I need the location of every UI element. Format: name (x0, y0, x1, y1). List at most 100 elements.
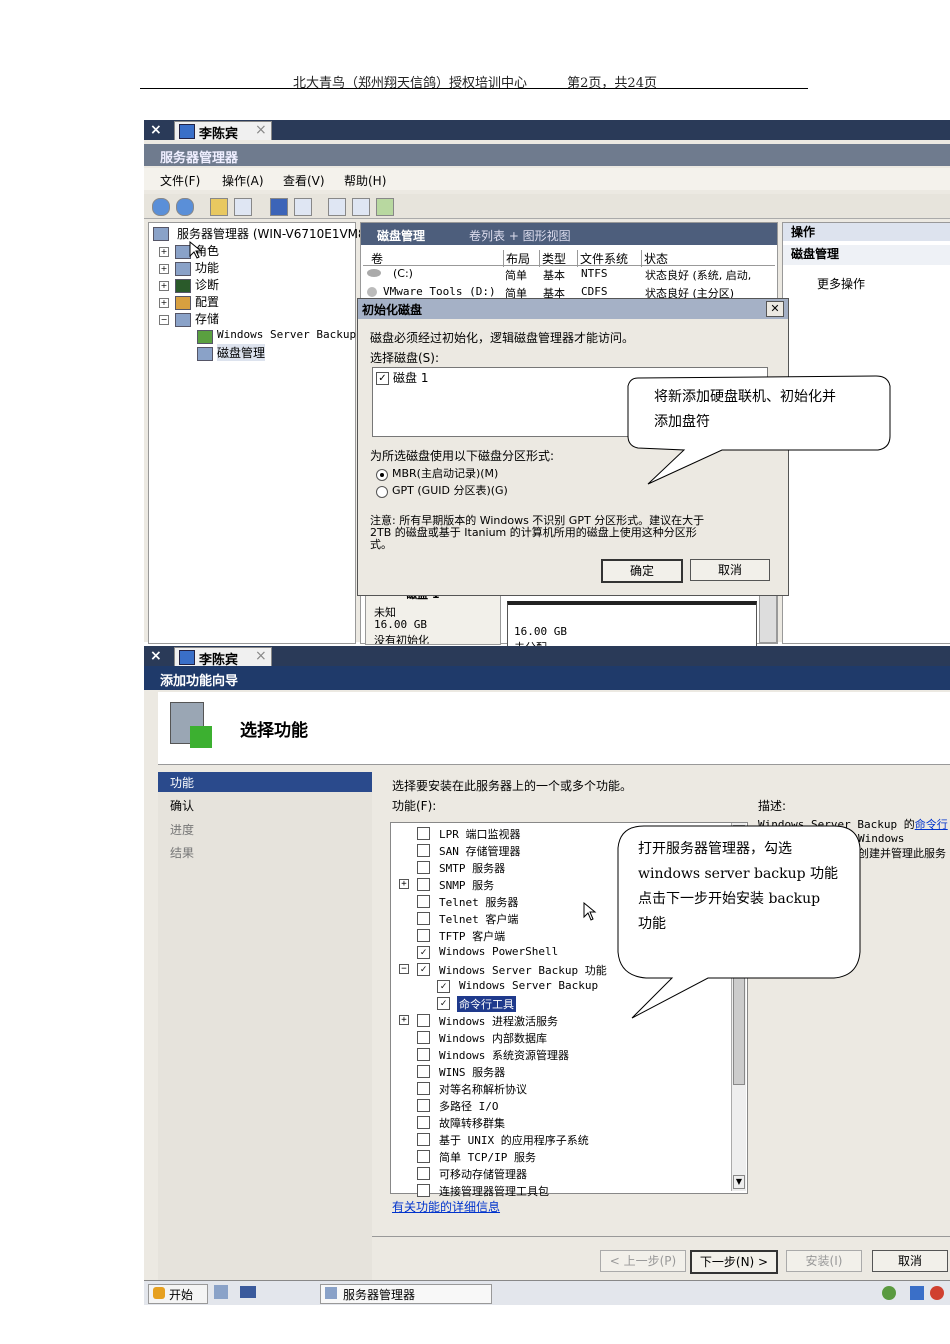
collapse-icon[interactable]: − (159, 315, 169, 325)
feature-checkbox[interactable] (417, 1065, 430, 1078)
list-item[interactable]: 可移动存储管理器 (391, 1165, 731, 1182)
feature-checkbox[interactable] (417, 1082, 430, 1095)
feature-checkbox[interactable] (417, 844, 430, 857)
up-folder-icon[interactable] (210, 198, 228, 216)
more-actions-link[interactable]: 更多操作 (817, 275, 865, 292)
feature-checkbox[interactable] (417, 827, 430, 840)
gpt-radio[interactable] (376, 486, 388, 498)
feature-checkbox[interactable] (417, 929, 430, 942)
tree-item-backup[interactable]: Windows Server Backup (217, 328, 356, 341)
expand-icon[interactable]: + (399, 1015, 409, 1025)
list-item[interactable]: 简单 TCP/IP 服务 (391, 1148, 731, 1165)
display-icon[interactable] (910, 1286, 924, 1300)
feature-checkbox[interactable] (417, 1014, 430, 1027)
feature-checkbox[interactable] (417, 878, 430, 891)
help-icon[interactable] (270, 198, 288, 216)
feature-checkbox[interactable]: ✓ (437, 980, 450, 993)
menu-action[interactable]: 操作(A) (222, 172, 264, 189)
expand-icon[interactable]: + (399, 879, 409, 889)
show-desktop-icon[interactable] (240, 1286, 256, 1298)
col-type[interactable]: 类型 (539, 250, 566, 267)
list-item[interactable]: WINS 服务器 (391, 1063, 731, 1080)
show-tree-icon[interactable] (234, 198, 252, 216)
feature-checkbox[interactable]: ✓ (417, 963, 430, 976)
scrollbar[interactable] (759, 595, 777, 643)
session-tab[interactable]: 李陈宾 × (174, 647, 272, 668)
feature-checkbox[interactable]: ✓ (417, 946, 430, 959)
export-icon[interactable] (352, 198, 370, 216)
list-item[interactable]: Windows 系统资源管理器 (391, 1046, 731, 1063)
forward-icon[interactable] (176, 198, 194, 216)
col-filesystem[interactable]: 文件系统 (577, 250, 628, 267)
list-item[interactable]: 连接管理器管理工具包 (391, 1182, 731, 1199)
nav-confirm[interactable]: 确认 (170, 797, 194, 814)
list-item[interactable]: 故障转移群集 (391, 1114, 731, 1131)
close-icon[interactable]: ✕ (766, 301, 784, 317)
unallocated-region[interactable]: 16.00 GB 未分配 (507, 601, 757, 648)
feature-checkbox[interactable] (417, 895, 430, 908)
ok-button[interactable]: 确定 (601, 559, 683, 583)
nav-progress[interactable]: 进度 (170, 821, 194, 838)
table-row[interactable]: (C:) 简单 基本 NTFS 状态良好 (系统, 启动, (363, 267, 775, 283)
next-button[interactable]: 下一步(N) > (690, 1250, 778, 1274)
close-session-icon[interactable]: × (150, 648, 162, 664)
mbr-radio[interactable] (376, 469, 388, 481)
feature-checkbox[interactable] (417, 1031, 430, 1044)
nav-results[interactable]: 结果 (170, 844, 194, 861)
close-tab-icon[interactable]: × (255, 648, 267, 664)
settings-icon[interactable] (376, 198, 394, 216)
menu-file[interactable]: 文件(F) (160, 172, 200, 189)
taskbar-app-button[interactable]: 服务器管理器 (320, 1284, 492, 1304)
feature-checkbox[interactable]: ✓ (437, 997, 450, 1010)
back-icon[interactable] (152, 198, 170, 216)
feature-checkbox[interactable] (417, 1133, 430, 1146)
scroll-down-icon[interactable]: ▼ (733, 1175, 745, 1189)
list-item[interactable]: 基于 UNIX 的应用程序子系统 (391, 1131, 731, 1148)
feature-checkbox[interactable] (417, 1099, 430, 1112)
list-item[interactable]: Windows 内部数据库 (391, 1029, 731, 1046)
col-layout[interactable]: 布局 (503, 250, 530, 267)
disk-checkbox[interactable]: ✓ (376, 372, 389, 385)
install-button[interactable]: 安装(I) (786, 1250, 862, 1272)
feature-checkbox[interactable] (417, 1048, 430, 1061)
feature-checkbox[interactable] (417, 1150, 430, 1163)
expand-icon[interactable]: + (159, 247, 169, 257)
menu-help[interactable]: 帮助(H) (344, 172, 386, 189)
prev-button[interactable]: < 上一步(P) (600, 1250, 686, 1272)
start-button[interactable]: 开始 (148, 1284, 208, 1304)
list-item[interactable]: 多路径 I/O (391, 1097, 731, 1114)
alert-icon[interactable] (930, 1286, 944, 1300)
tree-item-features[interactable]: 功能 (195, 259, 219, 276)
expand-icon[interactable]: + (159, 264, 169, 274)
refresh-icon[interactable] (328, 198, 346, 216)
feature-checkbox[interactable] (417, 912, 430, 925)
disk-info-box[interactable]: 磁盘 1 未知 16.00 GB 没有初始化 (365, 593, 501, 645)
network-icon[interactable] (882, 1286, 896, 1300)
collapse-icon[interactable]: − (399, 964, 409, 974)
properties-icon[interactable] (294, 198, 312, 216)
wizard-cancel-button[interactable]: 取消 (872, 1250, 948, 1272)
close-session-icon[interactable]: × (150, 122, 162, 138)
tree-item-diagnostics[interactable]: 诊断 (195, 276, 219, 293)
tree-root[interactable]: 服务器管理器 (WIN-V6710E1VM8 (177, 225, 366, 242)
feature-checkbox[interactable] (417, 1184, 430, 1197)
session-tab[interactable]: 李陈宾 × (174, 121, 272, 142)
menu-view[interactable]: 查看(V) (283, 172, 325, 189)
col-volume[interactable]: 卷 (371, 250, 383, 267)
feature-checkbox[interactable] (417, 861, 430, 874)
col-status[interactable]: 状态 (641, 250, 668, 267)
nav-features[interactable]: 功能 (170, 774, 194, 791)
expand-icon[interactable]: + (159, 281, 169, 291)
tree-item-disk-management[interactable]: 磁盘管理 (217, 344, 266, 361)
more-info-link[interactable]: 有关功能的详细信息 (392, 1198, 500, 1215)
feature-checkbox[interactable] (417, 1116, 430, 1129)
tree-item-configuration[interactable]: 配置 (195, 293, 219, 310)
tree-item-storage[interactable]: 存储 (195, 310, 219, 327)
close-tab-icon[interactable]: × (255, 122, 267, 138)
feature-checkbox[interactable] (417, 1167, 430, 1180)
expand-icon[interactable]: + (159, 298, 169, 308)
table-row[interactable]: VMware Tools (D:) 简单 基本 CDFS 状态良好 (主分区) (363, 285, 775, 299)
server-manager-quick-icon[interactable] (214, 1285, 228, 1299)
cancel-button[interactable]: 取消 (690, 559, 770, 581)
list-item[interactable]: 对等名称解析协议 (391, 1080, 731, 1097)
